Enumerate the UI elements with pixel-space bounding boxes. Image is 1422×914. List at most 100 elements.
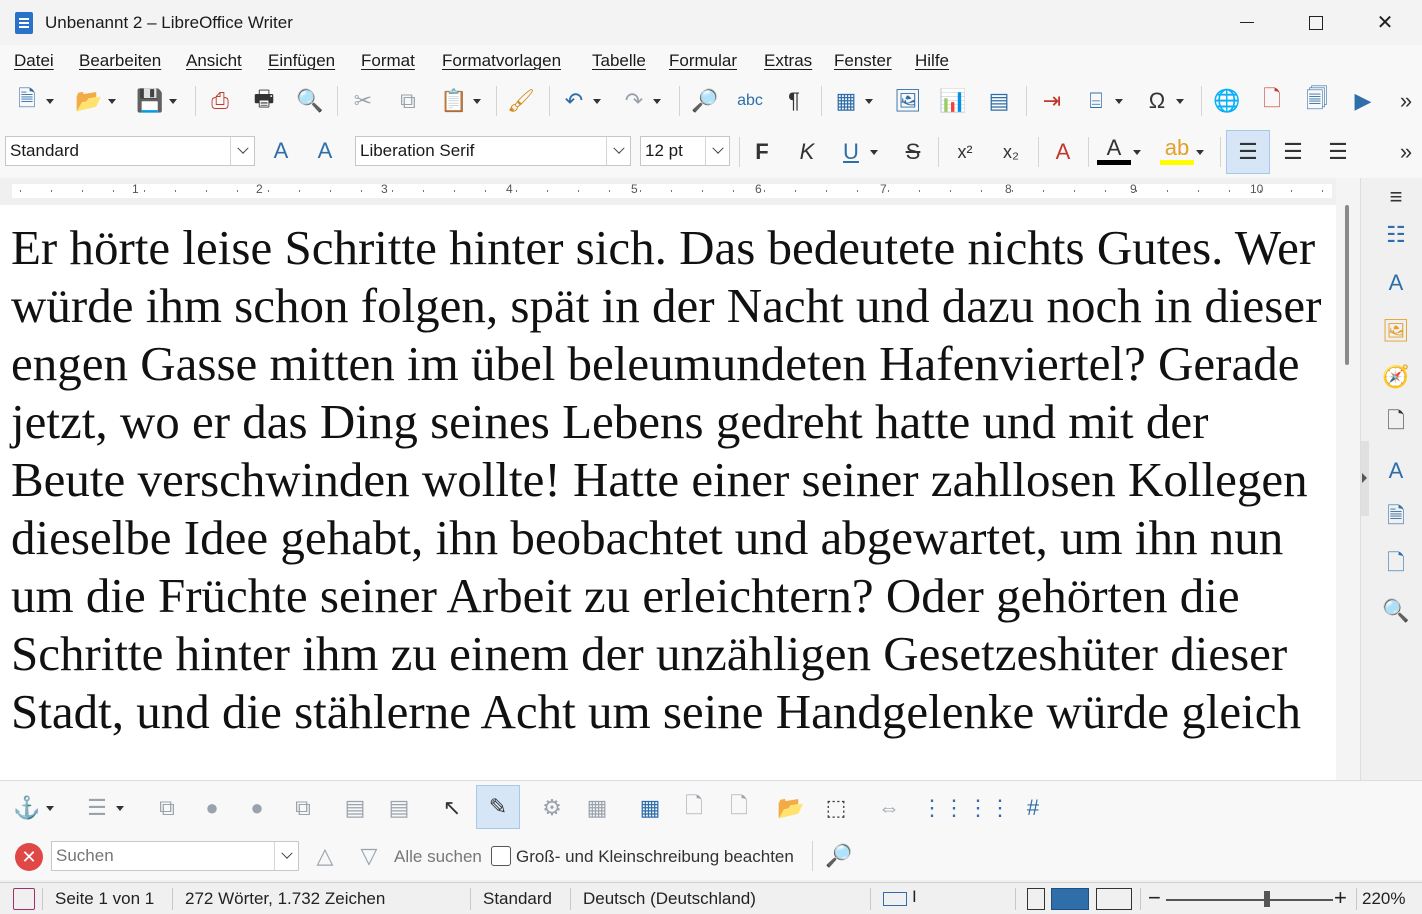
export-pdf-icon[interactable]: ⎙: [203, 84, 237, 118]
document-modified-icon[interactable]: [13, 888, 35, 910]
design-icon[interactable]: 🗋: [1381, 550, 1411, 580]
chevron-down-icon[interactable]: [274, 842, 298, 870]
insert-table-icon[interactable]: ▦: [829, 84, 873, 118]
save-icon[interactable]: 💾: [133, 84, 177, 118]
find-next-icon[interactable]: ▽: [352, 839, 386, 873]
page-count[interactable]: Seite 1 von 1: [55, 889, 154, 909]
underline-button[interactable]: U: [834, 135, 878, 169]
open-design-mode-icon[interactable]: 📂: [774, 791, 808, 825]
bold-button[interactable]: F: [745, 135, 779, 169]
highlight-color-icon[interactable]: ab: [1160, 135, 1204, 165]
insert-field-icon[interactable]: ⌸: [1079, 84, 1123, 118]
close-window-button[interactable]: ✕: [1350, 0, 1420, 45]
menu-hilfe[interactable]: Hilfe: [915, 51, 949, 71]
insert-image-icon[interactable]: 🖼: [891, 84, 925, 118]
print-icon[interactable]: 🖶: [247, 84, 281, 118]
italic-button[interactable]: K: [790, 135, 824, 169]
new-style-icon[interactable]: A: [308, 134, 342, 168]
send-to-back-icon[interactable]: ⧉: [286, 791, 320, 825]
sidebar-menu-icon[interactable]: ≡: [1381, 182, 1411, 212]
zoom-in-button[interactable]: +: [1334, 885, 1347, 911]
maximize-button[interactable]: [1281, 0, 1351, 45]
special-character-icon[interactable]: Ω: [1140, 84, 1184, 118]
spelling-icon[interactable]: abc: [733, 84, 767, 118]
design-mode-icon[interactable]: ✎: [476, 785, 520, 829]
update-style-icon[interactable]: A: [264, 134, 298, 168]
properties-icon[interactable]: ☷: [1381, 220, 1411, 250]
clear-formatting-icon[interactable]: A: [1046, 135, 1080, 169]
find-sidebar-icon[interactable]: 🔍: [1381, 596, 1411, 626]
toolbar-overflow-icon[interactable]: »: [1394, 84, 1418, 118]
menu-formatvorlagen[interactable]: Formatvorlagen: [442, 51, 561, 71]
find-previous-icon[interactable]: △: [308, 839, 342, 873]
styles-icon[interactable]: A: [1381, 268, 1411, 298]
form-navigator-icon[interactable]: ▦: [633, 791, 667, 825]
clone-formatting-icon[interactable]: 🖌: [504, 84, 538, 118]
menu-extras[interactable]: Extras: [764, 51, 812, 71]
align-center-icon[interactable]: ☰: [1276, 135, 1310, 169]
horizontal-ruler[interactable]: 1 2 3 4 5 6 7 8 9 10: [0, 178, 1336, 205]
menu-bearbeiten[interactable]: Bearbeiten: [79, 51, 161, 71]
page-style[interactable]: Standard: [483, 889, 552, 909]
open-folder-icon[interactable]: 📂: [72, 84, 116, 118]
book-view-icon[interactable]: [1096, 888, 1132, 910]
zoom-level[interactable]: 220%: [1362, 889, 1405, 909]
search-input[interactable]: [51, 841, 299, 871]
hyperlink-icon[interactable]: 🌐: [1210, 84, 1244, 118]
find-replace-icon[interactable]: 🔎: [688, 84, 722, 118]
menu-datei[interactable]: Datei: [14, 51, 54, 71]
add-field-icon[interactable]: 🗋: [722, 791, 756, 825]
backward-one-icon[interactable]: ●: [240, 791, 274, 825]
endnote-icon[interactable]: 🗐: [1300, 84, 1334, 118]
manage-changes-icon[interactable]: 🗎: [1381, 503, 1411, 533]
close-find-bar-icon[interactable]: ✕: [15, 843, 43, 871]
font-name-combo[interactable]: Liberation Serif: [355, 136, 631, 166]
form-properties-icon[interactable]: ▦: [580, 791, 614, 825]
find-replace-dialog-icon[interactable]: 🔎: [822, 839, 856, 873]
formatting-marks-icon[interactable]: ¶: [777, 84, 811, 118]
menu-ansicht[interactable]: Ansicht: [186, 51, 242, 71]
auto-control-focus-icon[interactable]: ⬚: [819, 791, 853, 825]
align-left-icon[interactable]: ☰: [1226, 130, 1270, 174]
document-text[interactable]: Er hörte leise Schritte hinter sich. Das…: [11, 219, 1331, 741]
align-right-icon[interactable]: ☰: [1321, 135, 1355, 169]
text-language[interactable]: Deutsch (Deutschland): [583, 889, 756, 909]
vertical-scrollbar[interactable]: [1336, 178, 1360, 780]
insert-chart-icon[interactable]: 📊: [936, 84, 970, 118]
navigator-icon[interactable]: 🧭: [1381, 362, 1411, 392]
font-size-combo[interactable]: 12 pt: [640, 136, 730, 166]
toolbar-overflow-icon[interactable]: »: [1394, 135, 1418, 169]
subscript-icon[interactable]: x₂: [994, 135, 1028, 169]
to-foreground-icon[interactable]: ▤: [338, 791, 372, 825]
page-break-icon[interactable]: ⇥: [1035, 84, 1069, 118]
menu-einfuegen[interactable]: Einfügen: [268, 51, 335, 71]
chevron-down-icon[interactable]: [606, 137, 630, 165]
paste-icon[interactable]: 📋: [437, 84, 481, 118]
sidebar-collapse-grip[interactable]: [1361, 441, 1369, 516]
paragraph-style-combo[interactable]: Standard: [5, 136, 255, 166]
single-page-view-icon[interactable]: [1027, 888, 1045, 910]
match-case-checkbox[interactable]: [491, 846, 511, 866]
zoom-slider-track[interactable]: [1166, 899, 1333, 901]
minimize-button[interactable]: [1212, 0, 1282, 45]
bookmark-icon[interactable]: ▶: [1346, 84, 1380, 118]
footnote-icon[interactable]: 🗋: [1255, 84, 1289, 118]
zoom-out-button[interactable]: −: [1148, 885, 1161, 911]
gallery-icon[interactable]: 🖼: [1381, 316, 1411, 346]
insert-mode-icon[interactable]: [883, 892, 907, 906]
helplines-icon[interactable]: #: [1016, 791, 1050, 825]
menu-tabelle[interactable]: Tabelle: [592, 51, 646, 71]
search-field[interactable]: [56, 846, 271, 866]
cut-icon[interactable]: ✂: [346, 84, 380, 118]
menu-formular[interactable]: Formular: [669, 51, 737, 71]
superscript-icon[interactable]: x²: [948, 135, 982, 169]
print-preview-icon[interactable]: 🔍: [293, 84, 327, 118]
chevron-down-icon[interactable]: [705, 137, 729, 165]
control-properties-icon[interactable]: ⚙: [535, 791, 569, 825]
document-canvas[interactable]: Er hörte leise Schritte hinter sich. Das…: [0, 205, 1336, 780]
page-icon[interactable]: 🗋: [1381, 408, 1411, 438]
anchor-icon[interactable]: ⚓: [10, 791, 54, 825]
activation-order-icon[interactable]: 🗋: [677, 791, 711, 825]
forward-one-icon[interactable]: ●: [195, 791, 229, 825]
undo-icon[interactable]: ↶: [557, 84, 601, 118]
